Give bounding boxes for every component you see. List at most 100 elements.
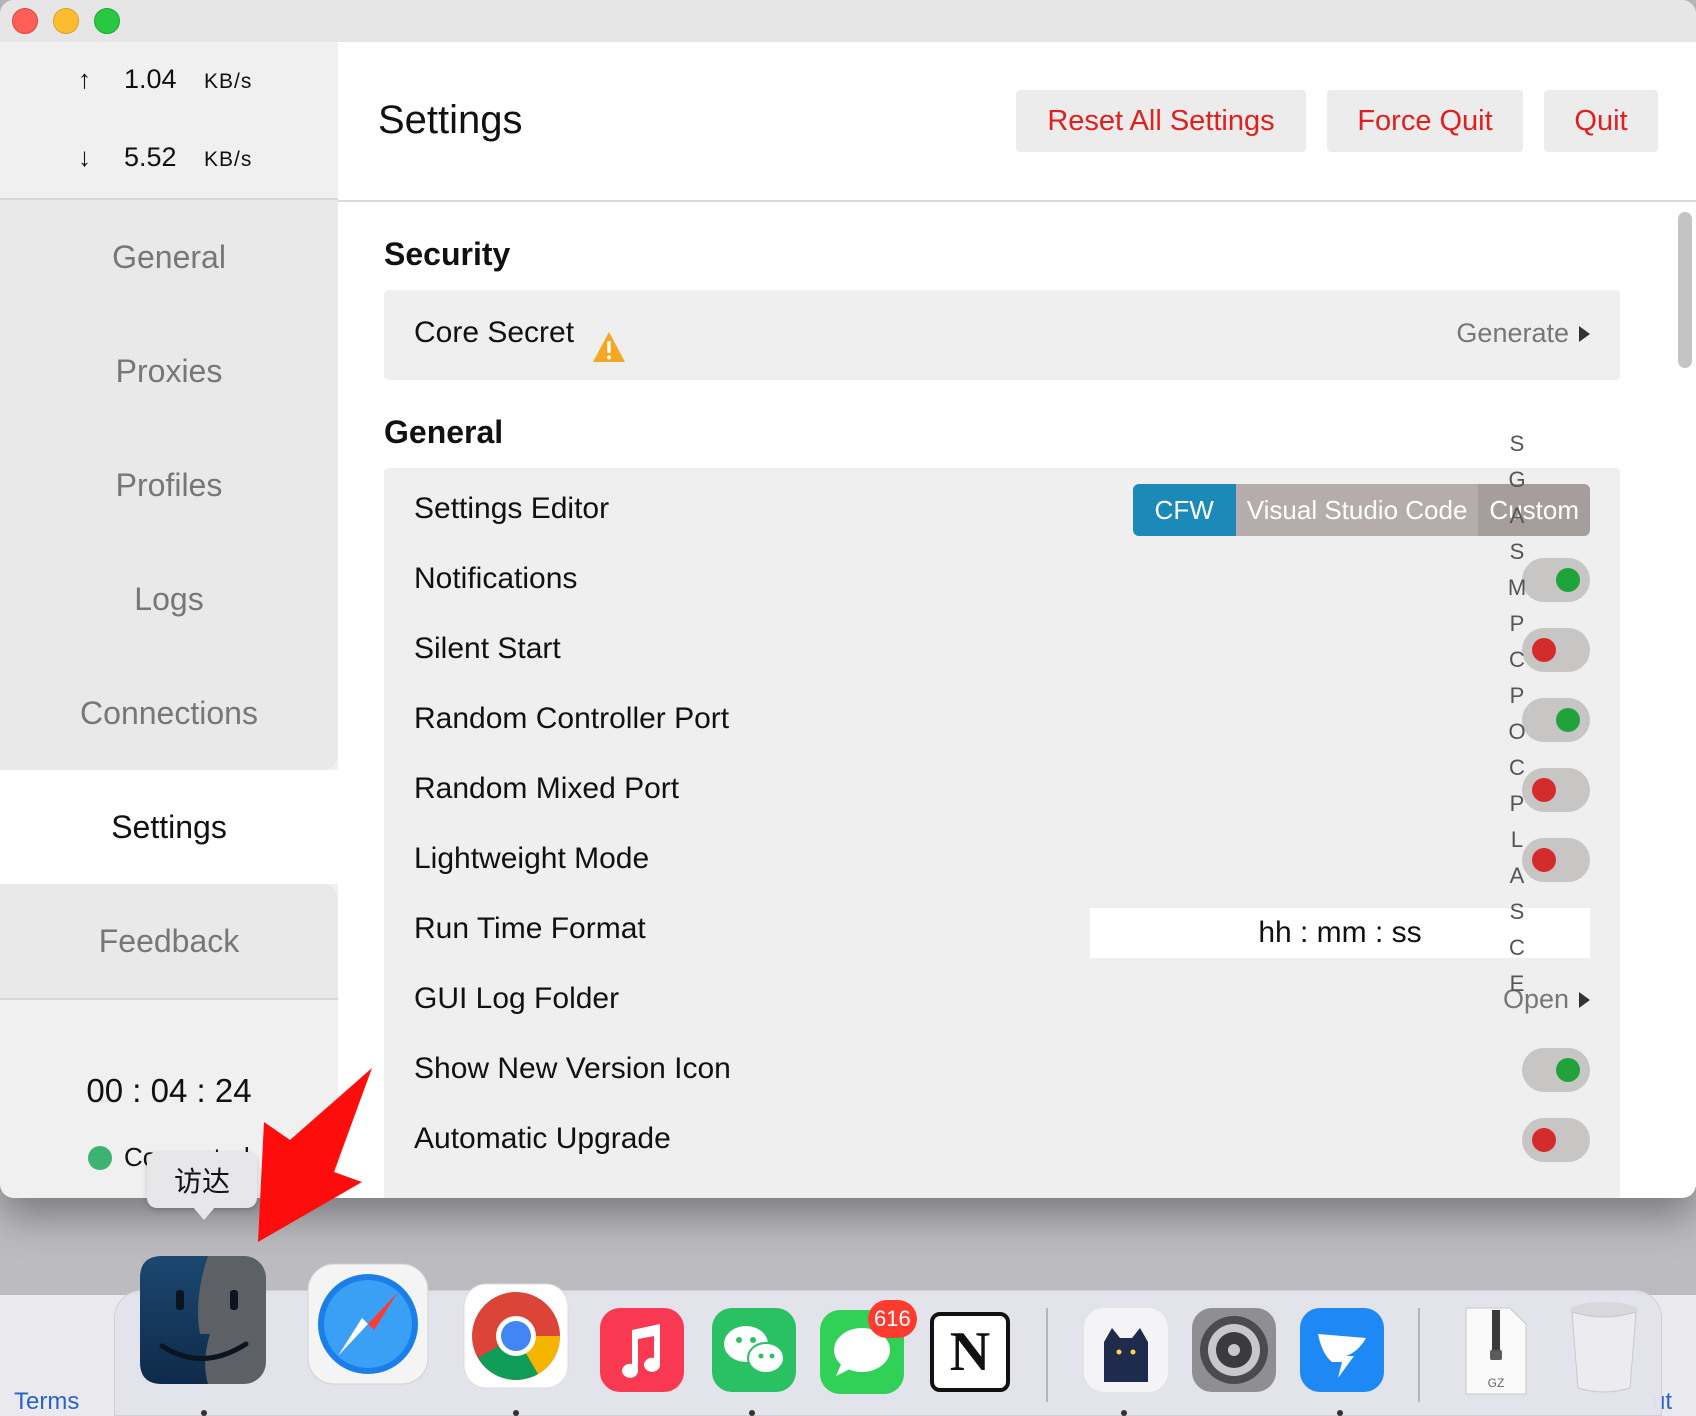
- editor-option-cfw[interactable]: CFW: [1132, 484, 1236, 536]
- clash-cat-icon[interactable]: [1082, 1306, 1170, 1394]
- title-bar[interactable]: [0, 0, 1696, 42]
- section-title-security: Security: [384, 236, 511, 272]
- running-indicator: [1121, 1410, 1127, 1416]
- sidebar-item-proxies[interactable]: Proxies: [0, 314, 338, 428]
- automatic-upgrade-row: Automatic Upgrade: [384, 1110, 1620, 1170]
- index-letter[interactable]: S: [1510, 894, 1525, 930]
- random-controller-port-toggle[interactable]: [1522, 698, 1590, 742]
- run-time-format-label: Run Time Format: [414, 912, 646, 945]
- running-indicator: [201, 1410, 207, 1416]
- archive-file-icon[interactable]: GZ: [1464, 1306, 1528, 1396]
- system-preferences-icon[interactable]: [1190, 1306, 1278, 1394]
- index-letter[interactable]: E: [1510, 966, 1525, 1002]
- dock-separator: [1418, 1308, 1420, 1402]
- warning-icon: [593, 332, 625, 362]
- section-index: S G A S M P C P O C P L A S C E: [1502, 426, 1532, 1002]
- index-letter[interactable]: S: [1510, 426, 1525, 462]
- index-letter[interactable]: P: [1510, 786, 1525, 822]
- index-letter[interactable]: G: [1508, 462, 1525, 498]
- index-letter[interactable]: O: [1508, 714, 1525, 750]
- scrollbar[interactable]: [1674, 208, 1696, 1198]
- editor-option-vscode[interactable]: Visual Studio Code: [1235, 484, 1479, 536]
- dock-tooltip-tail: [192, 1206, 216, 1220]
- show-new-version-icon-row: Show New Version Icon: [384, 1040, 1620, 1100]
- index-letter[interactable]: M: [1508, 570, 1526, 606]
- random-mixed-port-row: Random Mixed Port: [384, 760, 1620, 820]
- automatic-upgrade-toggle[interactable]: [1522, 1118, 1590, 1162]
- close-window-button[interactable]: [12, 8, 38, 34]
- upload-speed: ↑ 1.04 KB/s: [78, 64, 252, 95]
- index-letter[interactable]: C: [1509, 750, 1525, 786]
- safari-icon[interactable]: [306, 1262, 430, 1386]
- lightweight-mode-toggle[interactable]: [1522, 838, 1590, 882]
- generate-secret-link[interactable]: Generate: [1456, 318, 1590, 349]
- random-mixed-port-toggle[interactable]: [1522, 768, 1590, 812]
- sidebar-item-settings[interactable]: Settings: [0, 770, 338, 884]
- show-new-version-icon-label: Show New Version Icon: [414, 1052, 731, 1085]
- sidebar-item-profiles[interactable]: Profiles: [0, 428, 338, 542]
- index-letter[interactable]: C: [1509, 642, 1525, 678]
- index-letter[interactable]: P: [1510, 606, 1525, 642]
- connection-status-dot: [88, 1145, 112, 1170]
- force-quit-button[interactable]: Force Quit: [1327, 90, 1523, 152]
- upload-speed-unit: KB/s: [204, 70, 253, 93]
- index-letter[interactable]: L: [1511, 822, 1523, 858]
- settings-editor-label: Settings Editor: [414, 492, 610, 525]
- sidebar-item-connections[interactable]: Connections: [0, 656, 338, 770]
- sidebar-item-general[interactable]: General: [0, 200, 338, 314]
- random-mixed-port-label: Random Mixed Port: [414, 772, 680, 805]
- index-letter[interactable]: A: [1510, 858, 1525, 894]
- settings-editor-row: Settings Editor CFW Visual Studio Code C…: [384, 480, 1620, 540]
- notifications-row: Notifications: [384, 550, 1620, 610]
- reset-all-settings-button[interactable]: Reset All Settings: [1016, 90, 1306, 152]
- notifications-toggle[interactable]: [1522, 558, 1590, 602]
- running-indicator: [1337, 1410, 1343, 1416]
- notifications-label: Notifications: [414, 562, 578, 595]
- download-speed-unit: KB/s: [204, 148, 253, 171]
- silent-start-row: Silent Start: [384, 620, 1620, 680]
- trash-icon[interactable]: [1566, 1300, 1642, 1396]
- dock-tooltip: 访达: [147, 1152, 257, 1208]
- running-indicator: [749, 1410, 755, 1416]
- index-letter[interactable]: S: [1510, 534, 1525, 570]
- download-arrow-icon: ↓: [78, 142, 91, 172]
- editor-option-custom[interactable]: Custom: [1478, 484, 1590, 536]
- desktop-link-terms[interactable]: Terms: [14, 1388, 79, 1416]
- index-letter[interactable]: P: [1510, 678, 1525, 714]
- notion-icon[interactable]: N: [930, 1312, 1010, 1392]
- minimize-window-button[interactable]: [53, 8, 79, 34]
- quit-button[interactable]: Quit: [1544, 90, 1658, 152]
- lightweight-mode-label: Lightweight Mode: [414, 842, 650, 875]
- archive-file-label: GZ: [1487, 1376, 1505, 1390]
- sidebar: ↑ 1.04 KB/s ↓ 5.52 KB/s General Proxies …: [0, 42, 338, 1198]
- sidebar-nav: General Proxies Profiles Logs Connection…: [0, 200, 338, 1000]
- upload-speed-value: 1.04: [124, 64, 177, 94]
- run-time-format-row: Run Time Format: [384, 900, 1620, 960]
- core-secret-row: Core Secret Generate: [384, 304, 1620, 364]
- index-letter[interactable]: C: [1509, 930, 1525, 966]
- dingtalk-icon[interactable]: [1298, 1306, 1386, 1394]
- dock-separator: [1046, 1308, 1048, 1402]
- finder-icon[interactable]: [138, 1254, 268, 1386]
- sidebar-item-feedback[interactable]: Feedback: [0, 884, 338, 998]
- gui-log-folder-row: GUI Log Folder Open: [384, 970, 1620, 1030]
- settings-page: Settings Reset All Settings Force Quit Q…: [338, 42, 1696, 1198]
- wechat-icon[interactable]: [710, 1306, 798, 1394]
- settings-content[interactable]: Security Core Secret Generate General Se…: [338, 204, 1696, 1198]
- core-secret-label: Core Secret: [414, 316, 575, 349]
- app-window: ↑ 1.04 KB/s ↓ 5.52 KB/s General Proxies …: [0, 0, 1696, 1198]
- index-letter[interactable]: A: [1510, 498, 1525, 534]
- music-icon[interactable]: [598, 1306, 686, 1394]
- upload-arrow-icon: ↑: [78, 64, 91, 94]
- download-speed: ↓ 5.52 KB/s: [78, 142, 252, 173]
- sidebar-item-logs[interactable]: Logs: [0, 542, 338, 656]
- chrome-icon[interactable]: [462, 1282, 570, 1390]
- generate-secret-label: Generate: [1456, 318, 1569, 348]
- random-controller-port-row: Random Controller Port: [384, 690, 1620, 750]
- silent-start-toggle[interactable]: [1522, 628, 1590, 672]
- gui-log-folder-label: GUI Log Folder: [414, 982, 620, 1015]
- scrollbar-thumb[interactable]: [1678, 212, 1692, 368]
- maximize-window-button[interactable]: [94, 8, 120, 34]
- security-card: Core Secret Generate: [384, 290, 1620, 380]
- show-new-version-icon-toggle[interactable]: [1522, 1048, 1590, 1092]
